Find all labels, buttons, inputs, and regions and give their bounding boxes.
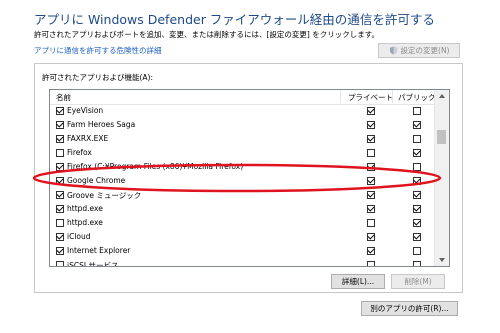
public-checkbox[interactable] — [413, 149, 421, 157]
private-checkbox[interactable] — [367, 247, 375, 255]
app-enabled-checkbox[interactable] — [56, 121, 64, 129]
app-enabled-checkbox[interactable] — [56, 135, 64, 143]
private-checkbox[interactable] — [367, 219, 375, 227]
scroll-down-icon[interactable] — [439, 258, 445, 262]
highlight-ellipse — [32, 163, 442, 193]
change-settings-button[interactable]: 設定の変更(N) — [378, 43, 460, 58]
app-name: Internet Explorer — [67, 246, 131, 255]
private-checkbox[interactable] — [367, 205, 375, 213]
change-settings-label: 設定の変更(N) — [400, 46, 450, 55]
app-enabled-checkbox[interactable] — [56, 205, 64, 213]
public-checkbox[interactable] — [413, 135, 421, 143]
public-checkbox[interactable] — [413, 205, 421, 213]
app-row[interactable]: Farm Heroes Saga — [50, 118, 435, 132]
app-row[interactable]: FAXRX.EXE — [50, 132, 435, 146]
column-public[interactable]: パブリック — [398, 92, 436, 103]
list-header: 名前 プライベート パブリック — [50, 90, 436, 105]
app-name: Firefox — [67, 148, 92, 157]
column-private[interactable]: プライベート — [348, 92, 393, 103]
public-checkbox[interactable] — [413, 261, 421, 266]
app-name: FAXRX.EXE — [67, 134, 109, 143]
public-checkbox[interactable] — [413, 121, 421, 129]
scroll-thumb[interactable] — [437, 130, 446, 144]
app-name: EyeVision — [67, 106, 104, 115]
private-checkbox[interactable] — [367, 121, 375, 129]
app-row[interactable]: iSCSI サービス — [50, 258, 435, 267]
app-enabled-checkbox[interactable] — [56, 219, 64, 227]
app-enabled-checkbox[interactable] — [56, 247, 64, 255]
app-enabled-checkbox[interactable] — [56, 149, 64, 157]
app-enabled-checkbox[interactable] — [56, 107, 64, 115]
public-checkbox[interactable] — [413, 233, 421, 241]
app-row[interactable]: httpd.exe — [50, 202, 435, 216]
risk-details-link[interactable]: アプリに通信を許可する危険性の詳細 — [34, 45, 162, 56]
app-enabled-checkbox[interactable] — [56, 233, 64, 241]
private-checkbox[interactable] — [367, 149, 375, 157]
public-checkbox[interactable] — [413, 107, 421, 115]
scroll-up-icon[interactable] — [439, 94, 445, 98]
public-checkbox[interactable] — [413, 247, 421, 255]
app-name: httpd.exe — [67, 204, 103, 213]
page-description: 許可されたアプリおよびポートを追加、変更、または削除するには、[設定の変更] を… — [34, 30, 379, 39]
private-checkbox[interactable] — [367, 261, 375, 266]
delete-button[interactable]: 削除(M) — [391, 274, 445, 289]
details-button[interactable]: 詳細(L)... — [331, 274, 385, 289]
app-name: iCloud — [67, 232, 91, 241]
public-checkbox[interactable] — [413, 219, 421, 227]
app-enabled-checkbox[interactable] — [56, 261, 64, 266]
private-checkbox[interactable] — [367, 233, 375, 241]
shield-icon — [389, 46, 397, 55]
app-row[interactable]: iCloud — [50, 230, 435, 244]
app-row[interactable]: Internet Explorer — [50, 244, 435, 258]
allow-other-app-button[interactable]: 別のアプリの許可(R)... — [361, 301, 458, 316]
app-row[interactable]: httpd.exe — [50, 216, 435, 230]
private-checkbox[interactable] — [367, 135, 375, 143]
app-name: iSCSI サービス — [67, 261, 119, 267]
allowed-apps-label: 許可されたアプリおよび機能(A): — [42, 73, 154, 82]
app-row[interactable]: EyeVision — [50, 104, 435, 118]
page-title: アプリに Windows Defender ファイアウォール経由の通信を許可する — [34, 12, 435, 27]
private-checkbox[interactable] — [367, 107, 375, 115]
app-name: httpd.exe — [67, 218, 103, 227]
app-name: Farm Heroes Saga — [67, 120, 136, 129]
column-name[interactable]: 名前 — [56, 92, 71, 103]
